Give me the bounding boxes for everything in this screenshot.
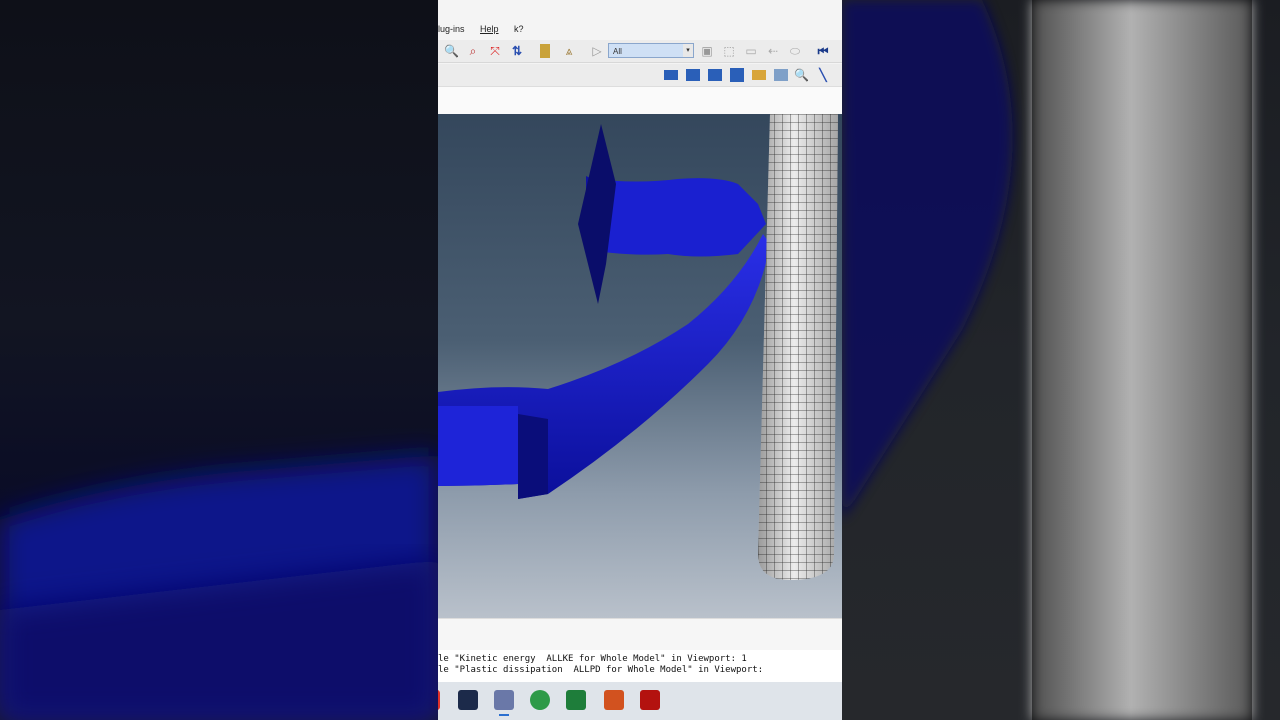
blurred-pillar-image (842, 0, 1252, 720)
abaqus-window: lug-ins Help k? 🔍 ⌕ ⤧ ⇅ ⩓ ▷ All ▾ ▣ ⬚ ▭ … (438, 0, 842, 720)
toolbar-secondary: 🔍 ╲ (438, 64, 842, 86)
message-line: le "Kinetic energy ALLKE for Whole Model… (438, 654, 747, 664)
toolbar-primary: 🔍 ⌕ ⤧ ⇅ ⩓ ▷ All ▾ ▣ ⬚ ▭ ⇠ ⬭ ⏮ (438, 40, 842, 63)
table-icon[interactable] (774, 69, 788, 81)
model-render (438, 114, 838, 580)
fit-view-icon[interactable]: ⤧ (488, 44, 502, 58)
camera-icon[interactable] (752, 70, 766, 80)
view-tile-icon[interactable] (730, 68, 744, 82)
blurred-part-image (0, 455, 438, 720)
magnifier-icon[interactable]: 🔍 (794, 68, 809, 82)
presentation-icon[interactable] (604, 690, 624, 710)
view-fwd-icon[interactable]: ⬭ (788, 44, 802, 58)
view-back-icon[interactable]: ⇠ (766, 44, 780, 58)
browser-icon[interactable] (530, 690, 550, 710)
help-cursor-icon[interactable]: k? (514, 24, 524, 34)
status-strip (438, 618, 842, 651)
message-area: le "Kinetic energy ALLKE for Whole Model… (438, 650, 842, 682)
first-frame-icon[interactable]: ⏮ (816, 44, 830, 58)
deformed-blue-part (438, 124, 770, 499)
graphics-viewport[interactable] (438, 114, 842, 618)
query-icon[interactable]: ⬚ (722, 44, 736, 58)
box-icon[interactable] (540, 44, 550, 58)
pdf-icon[interactable] (640, 690, 660, 710)
message-line: le "Plastic dissipation ALLPD for Whole … (438, 665, 764, 675)
menu-help[interactable]: Help (480, 24, 499, 34)
filter-icon[interactable]: ▣ (700, 44, 714, 58)
blurred-background-left (0, 0, 438, 720)
selection-filter-value: All (613, 47, 622, 56)
menu-plugins[interactable]: lug-ins (438, 24, 465, 34)
zoom-box-icon[interactable]: ⌕ (466, 44, 480, 58)
teamviewer-icon[interactable] (458, 690, 478, 710)
abaqus-icon[interactable] (494, 690, 514, 710)
prompt-area (438, 86, 842, 115)
blurred-background-right (842, 0, 1280, 720)
meshed-pillar (758, 114, 838, 580)
view-stack-icon[interactable] (686, 69, 700, 81)
windows-taskbar (438, 682, 842, 720)
active-indicator (499, 714, 509, 716)
menu-bar: lug-ins Help k? (438, 22, 842, 38)
excel-icon[interactable] (566, 690, 586, 710)
line-tool-icon[interactable]: ╲ (816, 68, 830, 82)
view-split-icon[interactable] (708, 69, 722, 81)
pan-icon[interactable]: ⩓ (562, 44, 576, 58)
select-cursor-icon[interactable]: ▷ (590, 44, 604, 58)
chevron-down-icon[interactable]: ▾ (683, 44, 693, 57)
rotate-icon[interactable]: ⇅ (510, 44, 524, 58)
partial-app-icon[interactable] (438, 690, 440, 710)
view-single-icon[interactable] (664, 70, 678, 80)
zoom-icon[interactable]: 🔍 (444, 44, 459, 58)
view-icon[interactable]: ▭ (744, 44, 758, 58)
selection-filter-combo[interactable]: All ▾ (608, 43, 694, 58)
